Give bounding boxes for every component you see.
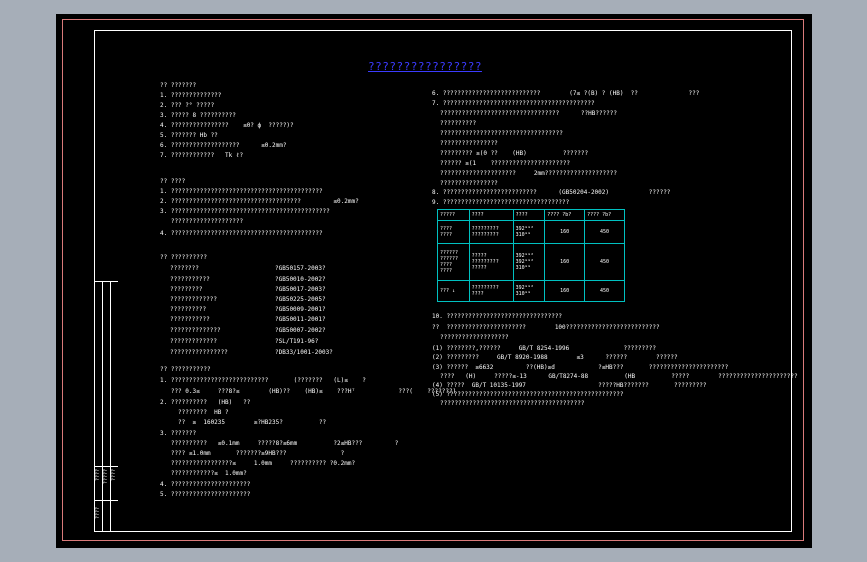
note-line: ?GB50157-2003?	[275, 265, 326, 272]
note-line: (3) ?????? ≥6632 ??(HB)≥d ?≤HB??? ??????…	[432, 364, 729, 371]
page-title: ????????????????	[368, 60, 482, 73]
note-line: 3. ?????????????????????????????????????…	[160, 208, 330, 215]
table-row: ???????????????????? ???????????????????…	[437, 243, 625, 281]
table-cell: 450	[584, 243, 625, 281]
note-line: 2. ?????????? (HB) ??	[160, 399, 251, 406]
note-line: 3. ????? 8 ??????????	[160, 112, 236, 119]
note-line: 3. ???????	[160, 430, 197, 437]
note-line: ?GB50007-2002?	[275, 327, 326, 334]
table-cell: 160	[544, 243, 586, 281]
note-line: ??????????	[440, 120, 477, 127]
table-cell: ????????????????????	[437, 243, 470, 281]
note-line: ????????????≤ 1.0mm?	[160, 470, 247, 477]
note-line: 9. ???????????????????????????????????	[432, 199, 570, 206]
note-line: 7. ?????????????????????????????????????…	[432, 100, 595, 107]
note-line: ??????????	[170, 306, 207, 313]
note-line: ??????????????????????????????????	[440, 130, 563, 137]
note-line: ???????????	[170, 316, 210, 323]
note-line: ???? ≤1.0mm ???????≥9HB??? ?	[160, 450, 345, 457]
table-header-cell: ????	[512, 209, 546, 221]
note-line: ????????????????	[440, 180, 498, 187]
table-cell: 160	[544, 280, 586, 302]
table-cell: 392ᵐᵐ² 392ᵐᵐ² 310ᵐᵐ	[512, 243, 546, 281]
note-line: ????????? ≥(0 ?? (HB) ???????	[440, 150, 589, 157]
table-cell: ????????	[437, 220, 470, 244]
table-cell: 160	[544, 220, 586, 244]
note-line: 7. ???????????? Tk ℓ?	[160, 152, 244, 159]
note-line: 5. ??????????????????????	[160, 491, 251, 498]
note-line: 4. ?????????????????????????????????????…	[160, 230, 323, 237]
note-line: ??????????????	[170, 327, 221, 334]
note-line: 2. ??? ?° ?????	[160, 102, 215, 109]
note-line: ?GB50225-2005?	[275, 296, 326, 303]
note-line: ???????????????????	[440, 334, 509, 341]
note-line: ?GB50017-2003?	[275, 286, 326, 293]
table-cell: 392ᵐᵐ² 310ᵐᵐ	[512, 220, 546, 244]
note-line: ????????????????	[170, 349, 228, 356]
note-line: 2. ???????????????????????????????????? …	[160, 198, 359, 205]
note-line: 8. ?????????????????????????? (GB50204-2…	[432, 189, 671, 196]
table-header-cell: ????	[468, 209, 514, 221]
note-line: ??? 0.3≤ ???8?≤ (HB)?? (HB)≤ ???Hᵀ ???( …	[160, 388, 457, 395]
note-line: 5. ??????? Hb ??	[160, 132, 218, 139]
note-line: 1. ??????????????	[160, 92, 222, 99]
note-line: ????????????????????????????????????????	[440, 400, 585, 407]
note-line: ?? ???????	[160, 82, 197, 89]
note-line: ?????????????????≤ 1.0mm ?????????? ?0.2…	[160, 460, 356, 467]
note-line: (1) ????????,?????? GB/T 8254-1996 ?????…	[432, 345, 656, 352]
note-line: ?????? ≥(1 ??????????????????????	[440, 160, 571, 167]
note-line: (2) ????????? GB/T 8920-1988 ≤3 ?????? ?…	[432, 354, 678, 361]
note-line: ?? ?????????????????????? 100???????????…	[432, 324, 660, 331]
table-cell: ?????????????	[468, 280, 514, 302]
note-line: (5) ????????????????????????????????????…	[432, 391, 624, 398]
note-line: 1. ??????????????????????????? (??????? …	[160, 377, 366, 384]
table-cell: ??? ↓	[437, 280, 470, 302]
note-line: ?SL/T191-96?	[275, 338, 319, 345]
note-line: ????????????????	[440, 140, 498, 147]
note-line: ????????	[170, 265, 199, 272]
note-line: ???????? HB ?	[160, 409, 229, 416]
note-line: ????????????????????	[160, 218, 244, 225]
table-cell: 450	[584, 220, 625, 244]
signature-strip: ???? ????? ???? ????	[94, 281, 118, 532]
table-header-cell: ?????	[437, 209, 470, 221]
note-line: ?? ??????????	[160, 254, 207, 261]
note-line: 1. ?????????????????????????????????????…	[160, 188, 323, 195]
spec-table: ????? ???? ???? ???? ?b? ???? ?b? ??????…	[437, 209, 625, 302]
note-line: ?GB50011-2001?	[275, 316, 326, 323]
note-line: ?GB50009-2001?	[275, 306, 326, 313]
sidebar-label: ?????	[103, 469, 109, 485]
note-line: ?????????????	[170, 338, 217, 345]
table-header-cell: ???? ?b?	[544, 209, 586, 221]
note-line: (4) ????? GB/T 10135-1997 ?????HB???????…	[432, 382, 707, 389]
table-row: ???????? ?????????????????? 392ᵐᵐ² 310ᵐᵐ …	[437, 220, 625, 244]
table-cell: ??????????????????	[468, 220, 514, 244]
note-line: ?????????? ≤0.1mm ?????8?≤6mm ?2≤HB??? ?	[160, 440, 399, 447]
note-line: ?DB33/1001-2003?	[275, 349, 333, 356]
note-line: ?? ???????????	[160, 366, 211, 373]
note-line: ???? (H) ?????≤-13 GB/T8274-88 (HB ?????…	[440, 373, 798, 380]
note-line: ?GB50010-2002?	[275, 276, 326, 283]
note-line: ?? ≥ 160235 ≥?HB235? ??	[160, 419, 327, 426]
sidebar-bottom-label: ????	[95, 507, 101, 520]
table-cell: 450	[584, 280, 625, 302]
table-row: ??? ↓ ????????????? 392ᵐᵐ² 310ᵐᵐ 160 450	[437, 280, 625, 302]
table-header-cell: ???? ?b?	[584, 209, 625, 221]
note-line: ????????????????????????????????? ??HB??…	[440, 110, 618, 117]
note-line: ?????????????	[170, 296, 217, 303]
table-cell: 392ᵐᵐ² 310ᵐᵐ	[512, 280, 546, 302]
sidebar-label: ????	[111, 469, 117, 482]
note-line: 6. ??????????????????? ≤0.2mm?	[160, 142, 287, 149]
note-line: 6. ??????????????????????????? (7≤ ?(B) …	[432, 90, 700, 97]
table-cell: ???????????????????	[468, 243, 514, 281]
note-line: 4. ??????????????????????	[160, 481, 251, 488]
note-line: 4. ???????????????? ≤0? ф ?????)?	[160, 122, 294, 129]
sidebar-label: ????	[95, 469, 101, 482]
note-line: 10. ????????????????????????????????	[432, 313, 563, 320]
note-line: ????????????????????? 2mm???????????????…	[440, 170, 618, 177]
note-line: ?????????	[170, 286, 203, 293]
note-line: ?? ????	[160, 178, 186, 185]
note-line: ???????????	[170, 276, 210, 283]
table-header-row: ????? ???? ???? ???? ?b? ???? ?b?	[437, 209, 625, 221]
